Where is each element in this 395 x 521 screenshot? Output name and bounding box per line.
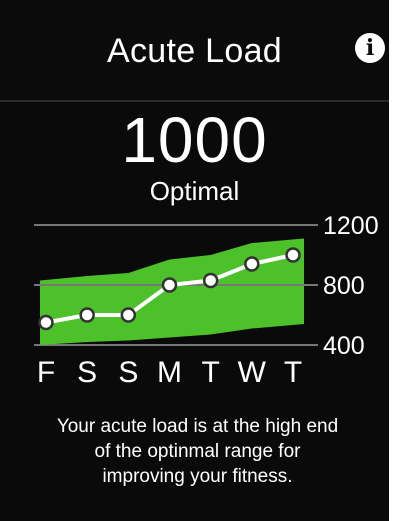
data-point <box>120 307 137 323</box>
page-title: Acute Load <box>106 32 283 70</box>
acute-load-value: 1000 <box>121 104 268 176</box>
data-point <box>79 307 95 323</box>
x-tick-label: W <box>238 356 267 389</box>
description-line: of the optinmal range for <box>94 441 301 462</box>
header-divider <box>0 100 389 102</box>
data-point <box>202 272 219 289</box>
y-tick-label: 1200 <box>323 212 379 240</box>
data-point <box>244 256 260 272</box>
x-tick-label: T <box>284 356 302 389</box>
x-tick-label: S <box>77 356 97 389</box>
frame-edge <box>389 0 395 521</box>
header: Acute Load i <box>0 0 389 100</box>
info-icon[interactable]: i <box>355 33 385 63</box>
description-line: Your acute load is at the high end <box>56 416 339 437</box>
x-tick-label: F <box>37 356 55 389</box>
x-tick-label: T <box>202 356 220 389</box>
y-tick-label: 400 <box>323 332 365 360</box>
x-tick-label: S <box>118 356 138 389</box>
description: Your acute load is at the high end of th… <box>20 414 375 489</box>
x-tick-label: M <box>157 356 182 389</box>
acute-load-chart: 1200800400 FSSMTWT <box>34 212 379 389</box>
y-tick-label: 800 <box>323 272 365 300</box>
data-point <box>161 277 178 293</box>
watch-screen: Acute Load i 1000 Optimal 1200 800 400 FSS… <box>0 0 395 521</box>
load-status: Optimal <box>149 176 240 206</box>
data-point <box>285 247 301 263</box>
data-point <box>38 314 54 331</box>
description-line: improving your fitness. <box>102 466 293 487</box>
